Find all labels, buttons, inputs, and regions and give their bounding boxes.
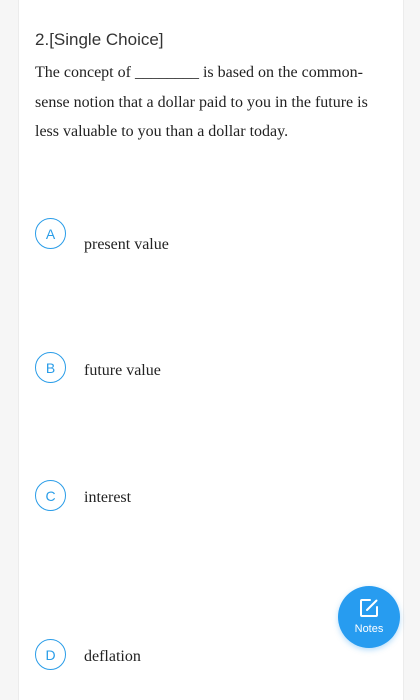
option-text: present value [84, 236, 169, 253]
question-number: 2. [35, 30, 50, 49]
option-letter-badge: C [35, 480, 66, 511]
option-b[interactable]: B future value [35, 352, 375, 392]
option-letter-badge: B [35, 352, 66, 383]
option-d[interactable]: D deflation [35, 639, 375, 679]
option-text: interest [84, 489, 132, 506]
option-text: future value [84, 362, 161, 379]
option-a[interactable]: A present value [35, 218, 375, 258]
option-letter-badge: D [35, 639, 66, 670]
option-text: deflation [84, 648, 141, 665]
question-stem: The concept of ________ is based on the … [35, 64, 368, 140]
notes-button[interactable]: Notes [338, 586, 400, 648]
edit-note-icon [360, 599, 378, 617]
question-header: 2.[Single Choice] [35, 30, 164, 50]
question-type: [Single Choice] [49, 30, 164, 49]
option-letter-badge: A [35, 218, 66, 249]
option-c[interactable]: C interest [35, 480, 375, 520]
notes-label: Notes [354, 623, 384, 635]
